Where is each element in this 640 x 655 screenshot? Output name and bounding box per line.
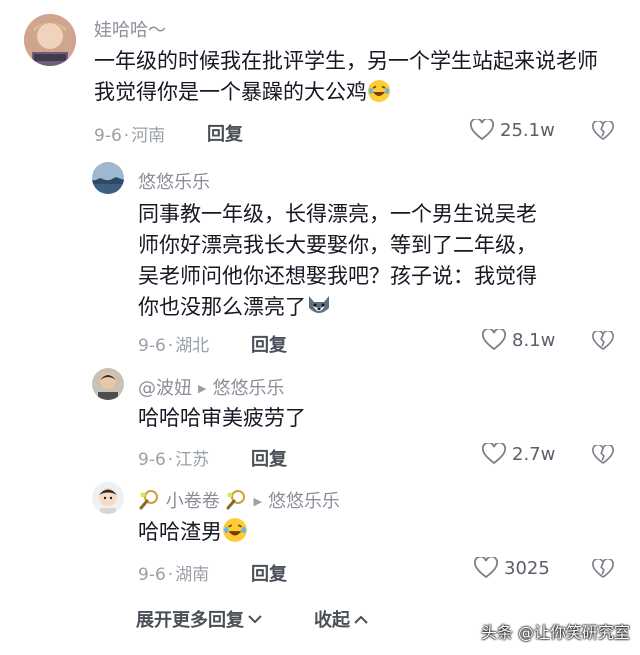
comment-meta: 9-6 · 湖北	[138, 336, 210, 356]
like-count: 3025	[504, 557, 550, 579]
watermark: 头条 @让你笑研究室	[480, 623, 630, 642]
comment-date: 9-6	[138, 450, 166, 470]
tennis-racket-icon	[138, 489, 160, 516]
reply-button[interactable]: 回复	[251, 560, 287, 586]
reply-arrow-icon: ▶	[253, 495, 262, 508]
broken-heart-icon	[592, 557, 614, 578]
husky-dog-emoji-icon	[306, 294, 332, 327]
reply-button[interactable]: 回复	[251, 331, 287, 357]
tennis-racket-icon	[225, 489, 247, 516]
avatar[interactable]	[24, 14, 76, 66]
comment-text: 哈哈哈审美疲劳了	[138, 406, 306, 430]
avatar[interactable]	[92, 368, 124, 400]
reply-to-username[interactable]: 悠悠乐乐	[268, 491, 340, 512]
replies-toggle-row: 展开更多回复 收起	[136, 606, 368, 632]
dislike-button[interactable]	[592, 443, 614, 469]
comment-username[interactable]: 小卷卷 ▶ 悠悠乐乐	[138, 487, 340, 516]
comment-text: 同事教一年级，长得漂亮，一个男生说吴老师你好漂亮我长大要娶你，等到了二年级，吴老…	[138, 199, 538, 327]
comment-username[interactable]: 娃哈哈～	[94, 16, 166, 42]
comment-date: 9-6	[138, 336, 166, 356]
comment-meta: 9-6 · 江苏	[138, 450, 210, 470]
chevron-down-icon	[248, 615, 262, 624]
comment-text: 一年级的时候我在批评学生，另一个学生站起来说老师我觉得你是一个暴躁的大公鸡	[94, 46, 614, 112]
collapse-replies-button[interactable]: 收起	[314, 606, 368, 632]
heart-icon	[482, 329, 506, 351]
laughing-crying-emoji-icon	[367, 79, 391, 112]
comment-location: 湖南	[175, 565, 210, 585]
heart-icon	[482, 443, 506, 465]
like-count: 8.1w	[512, 329, 556, 351]
broken-heart-icon	[592, 329, 614, 350]
comment-username[interactable]: 悠悠乐乐	[138, 168, 210, 194]
broken-heart-icon	[592, 443, 614, 464]
comment-username[interactable]: @波妞 ▶ 悠悠乐乐	[138, 374, 284, 400]
reply-arrow-icon: ▶	[198, 382, 207, 395]
avatar[interactable]	[92, 482, 124, 514]
reply-button[interactable]: 回复	[207, 120, 243, 146]
comment-location: 河南	[131, 126, 166, 146]
laughing-crying-emoji-icon	[222, 517, 248, 552]
comment-location: 江苏	[175, 450, 210, 470]
comment-meta: 9-6 · 湖南	[138, 565, 210, 585]
like-button[interactable]: 25.1w	[470, 119, 555, 141]
heart-icon	[474, 557, 498, 579]
comment-date: 9-6	[94, 126, 122, 146]
like-count: 2.7w	[512, 443, 556, 465]
like-button[interactable]: 2.7w	[482, 443, 555, 465]
comment-location: 湖北	[175, 336, 210, 356]
comment-date: 9-6	[138, 565, 166, 585]
reply-to-username[interactable]: 悠悠乐乐	[212, 378, 284, 399]
broken-heart-icon	[592, 119, 614, 140]
avatar[interactable]	[92, 162, 124, 194]
dislike-button[interactable]	[592, 557, 614, 583]
like-button[interactable]: 8.1w	[482, 329, 555, 351]
chevron-up-icon	[354, 615, 368, 624]
comment-text: 哈哈渣男	[138, 517, 248, 552]
dislike-button[interactable]	[592, 119, 614, 145]
like-count: 25.1w	[500, 119, 555, 141]
heart-icon	[470, 119, 494, 141]
comment-meta: 9-6 · 河南	[94, 126, 166, 146]
dislike-button[interactable]	[592, 329, 614, 355]
reply-button[interactable]: 回复	[251, 445, 287, 471]
like-button[interactable]: 3025	[474, 557, 550, 579]
expand-more-replies-button[interactable]: 展开更多回复	[136, 606, 262, 632]
